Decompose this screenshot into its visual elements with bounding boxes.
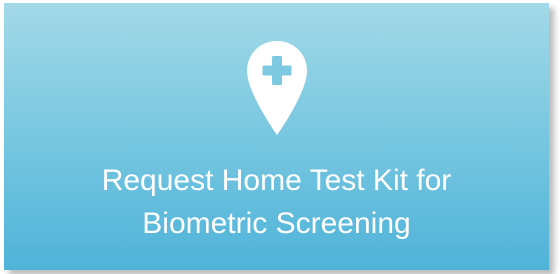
card-title-line-2: Biometric Screening (142, 207, 411, 240)
location-pin-plus-icon (246, 41, 307, 135)
card-title: Request Home Test Kit for Biometric Scre… (102, 159, 452, 245)
request-home-test-kit-card[interactable]: Request Home Test Kit for Biometric Scre… (4, 3, 549, 270)
card-title-line-1: Request Home Test Kit for (101, 164, 452, 197)
